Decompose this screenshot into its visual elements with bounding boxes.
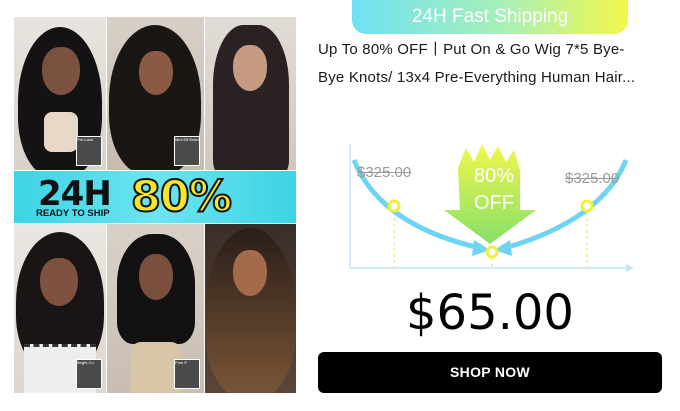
- shop-now-button[interactable]: SHOP NOW: [318, 352, 662, 393]
- braid-detail-thumbnail: Mini Elf Braid: [174, 136, 200, 166]
- sale-price: $65.00: [406, 285, 574, 341]
- banner-discount: 80% OFF: [130, 171, 233, 223]
- wig-photo-2: Mini Elf Braid: [107, 17, 204, 170]
- product-image-collage[interactable]: Pre-Lace Mini Elf Braid 24H READY TO SHI…: [14, 17, 296, 393]
- left-price-point: [387, 199, 401, 213]
- wig-photo-5: Free P: [107, 224, 204, 393]
- sale-price-point: [485, 245, 499, 259]
- x-axis-arrow-icon: [626, 264, 634, 272]
- discount-off-label: OFF: [474, 192, 514, 214]
- original-price-right: $325.00: [565, 170, 620, 187]
- bob-detail-thumbnail: Free P: [174, 359, 200, 389]
- original-price-left: $325.00: [357, 164, 412, 181]
- wig-photo-3: [205, 17, 296, 170]
- banner-ready-to-ship: READY TO SHIP: [36, 208, 110, 219]
- right-price-point: [580, 199, 594, 213]
- curl-detail-thumbnail: Bright Cu: [76, 359, 102, 389]
- discount-percent: 80%: [473, 165, 515, 187]
- product-title-line-2: Bye Knots/ 13x4 Pre-Everything Human Hai…: [318, 69, 636, 86]
- wig-photo-6: [205, 224, 296, 393]
- wig-photo-4: Bright Cu: [14, 224, 106, 393]
- wig-photo-1: Pre-Lace: [14, 17, 106, 170]
- ready-to-ship-banner: 24H READY TO SHIP 80% OFF: [14, 171, 296, 223]
- lace-detail-thumbnail: Pre-Lace: [76, 136, 102, 166]
- fast-shipping-pill: 24H Fast Shipping: [352, 0, 628, 34]
- product-title-line-1: Up To 80% OFF丨Put On & Go Wig 7*5 Bye-: [318, 41, 625, 58]
- product-title[interactable]: Up To 80% OFF丨Put On & Go Wig 7*5 Bye- B…: [318, 36, 668, 92]
